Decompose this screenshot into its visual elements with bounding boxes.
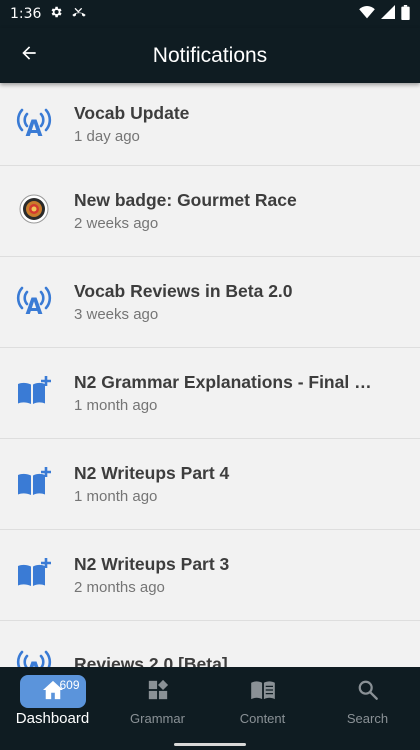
notification-item[interactable]: N2 Grammar Explanations - Final … 1 mont… xyxy=(0,348,420,439)
app-bar: Notifications xyxy=(0,28,420,83)
settings-gear-icon xyxy=(49,5,63,23)
notification-count-badge: 609 xyxy=(59,677,80,692)
status-bar: 1:36 xyxy=(0,0,420,28)
broadcast-a-icon: A xyxy=(14,283,54,322)
notification-time: 2 weeks ago xyxy=(74,215,159,232)
book-plus-icon xyxy=(16,466,52,502)
book-plus-icon xyxy=(16,375,52,411)
notification-item[interactable]: N2 Writeups Part 4 1 month ago xyxy=(0,439,420,530)
notification-title: New badge: Gourmet Race xyxy=(74,190,297,210)
open-book-icon xyxy=(250,680,276,703)
notification-time: 1 day ago xyxy=(74,128,140,145)
nav-content[interactable]: Content xyxy=(210,667,315,739)
notification-time: 1 month ago xyxy=(74,488,158,505)
notification-time: 3 weeks ago xyxy=(74,306,159,323)
signal-icon xyxy=(381,5,395,23)
svg-text:A: A xyxy=(25,659,42,668)
arrow-back-icon xyxy=(19,43,39,68)
notification-item[interactable]: A Reviews 2.0 [Beta] xyxy=(0,621,420,667)
notification-item[interactable]: A Vocab Reviews in Beta 2.0 3 weeks ago xyxy=(0,257,420,348)
nav-label: Search xyxy=(346,711,389,726)
nav-dashboard[interactable]: 609 Dashboard xyxy=(0,667,105,739)
book-plus-icon xyxy=(16,557,52,593)
page-title: Notifications xyxy=(152,43,268,67)
wifi-icon xyxy=(359,5,375,23)
notification-list[interactable]: A Vocab Update 1 day ago New badge: Gour… xyxy=(0,83,420,667)
battery-icon xyxy=(401,4,410,24)
svg-text:A: A xyxy=(25,117,42,139)
notification-item[interactable]: N2 Writeups Part 3 2 months ago xyxy=(0,530,420,621)
notification-item[interactable]: A Vocab Update 1 day ago xyxy=(0,83,420,166)
nav-label: Grammar xyxy=(130,711,185,726)
notification-title: Vocab Reviews in Beta 2.0 xyxy=(74,281,293,301)
grammar-blocks-icon xyxy=(147,679,169,704)
notification-title: Reviews 2.0 [Beta] xyxy=(74,653,228,668)
notification-title: Vocab Update xyxy=(74,103,190,123)
nav-label: Content xyxy=(239,711,286,726)
notification-time: 2 months ago xyxy=(74,579,165,596)
notification-title: N2 Grammar Explanations - Final … xyxy=(74,372,372,392)
broadcast-a-icon: A xyxy=(14,105,54,144)
back-button[interactable] xyxy=(0,28,58,83)
notification-title: N2 Writeups Part 4 xyxy=(74,463,230,483)
nav-grammar[interactable]: Grammar xyxy=(105,667,210,739)
search-icon xyxy=(357,679,379,704)
nav-search[interactable]: Search xyxy=(315,667,420,739)
status-time: 1:36 xyxy=(10,6,42,22)
gesture-area xyxy=(0,739,420,750)
notification-time: 1 month ago xyxy=(74,397,158,414)
notification-item[interactable]: New badge: Gourmet Race 2 weeks ago xyxy=(0,166,420,257)
nav-label: Dashboard xyxy=(15,710,90,727)
active-indicator: 609 xyxy=(19,674,86,708)
bottom-navigation: 609 Dashboard Grammar Content Search xyxy=(0,667,420,739)
missed-call-icon xyxy=(71,6,87,23)
gesture-handle[interactable] xyxy=(174,743,246,746)
badge-medal-icon xyxy=(19,194,49,229)
notification-title: N2 Writeups Part 3 xyxy=(74,554,230,574)
broadcast-a-icon: A xyxy=(14,647,54,668)
svg-text:A: A xyxy=(25,295,42,317)
